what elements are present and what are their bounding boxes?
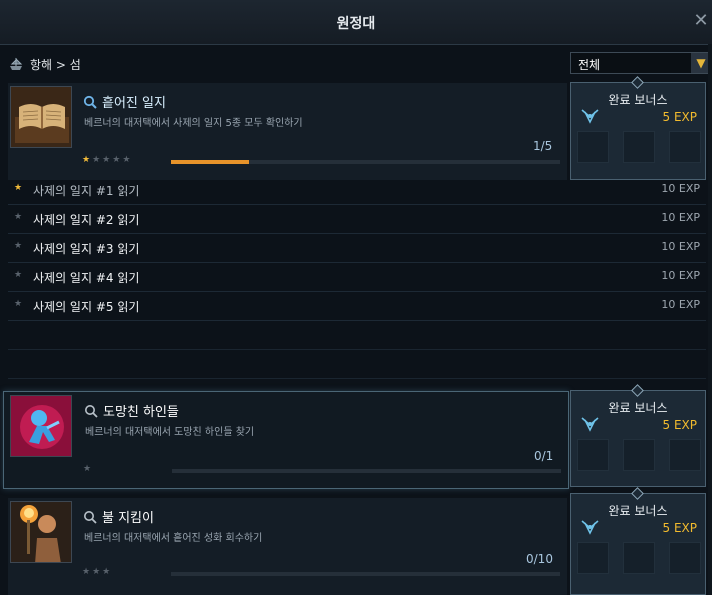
reward-slot[interactable]	[623, 542, 655, 574]
objective-exp: 10 EXP	[661, 298, 700, 311]
star-icon: ★	[122, 155, 131, 165]
window-title: 원정대	[336, 16, 376, 32]
reward-slot[interactable]	[669, 131, 701, 163]
reward-slot[interactable]	[577, 439, 609, 471]
progress-fill	[171, 160, 249, 164]
bonus-exp: 5 EXP	[662, 521, 698, 535]
bonus-label: 완료 보너스	[608, 401, 668, 415]
quest-name-text: 흩어진 일지	[102, 96, 166, 111]
breadcrumb: 항해 > 섬	[8, 54, 81, 74]
reward-slots	[577, 131, 701, 163]
magnifier-icon	[83, 95, 97, 109]
magnifier-icon	[85, 404, 98, 418]
bonus-label: 완료 보너스	[608, 93, 668, 107]
empty-row	[8, 320, 706, 350]
quest-stars: ★ ★ ★	[82, 567, 110, 577]
quest-progress-bar	[171, 160, 560, 164]
star-icon: ★	[83, 464, 92, 474]
completion-bonus-panel[interactable]: 완료 보너스 5 EXP	[570, 76, 706, 180]
title-bar: 원정대 ✕	[0, 0, 712, 45]
quest-stars: ★	[83, 464, 91, 474]
reward-slot[interactable]	[623, 439, 655, 471]
objective-exp: 10 EXP	[661, 269, 700, 282]
emblem-icon	[581, 109, 599, 124]
objective-exp: 10 EXP	[661, 240, 700, 253]
reward-slot[interactable]	[669, 542, 701, 574]
reward-slots	[577, 542, 701, 574]
star-icon: ★	[14, 270, 23, 280]
bonus-exp: 5 EXP	[662, 110, 698, 124]
objective-exp: 10 EXP	[661, 182, 700, 195]
objective-row[interactable]: ★ 사제의 일지 #3 읽기 10 EXP	[8, 233, 706, 263]
objective-label: 사제의 일지 #4 읽기	[33, 271, 140, 285]
star-icon: ★	[14, 212, 23, 222]
quest-progress-bar	[171, 572, 560, 576]
quest-image-torch	[10, 501, 72, 563]
scrollbar[interactable]	[708, 44, 712, 595]
bonus-exp: 5 EXP	[662, 418, 698, 432]
star-icon: ★	[112, 155, 121, 165]
reward-slot[interactable]	[577, 131, 609, 163]
objective-label: 사제의 일지 #2 읽기	[33, 213, 140, 227]
objective-label: 사제의 일지 #1 읽기	[33, 184, 140, 198]
emblem-icon	[581, 417, 599, 432]
completion-bonus-panel[interactable]: 완료 보너스 5 EXP	[570, 384, 706, 487]
quest-name-text: 불 지킴이	[102, 511, 154, 526]
star-icon: ★	[92, 567, 101, 577]
diamond-ornament	[631, 76, 644, 89]
objective-exp: 10 EXP	[661, 211, 700, 224]
completion-bonus-panel[interactable]: 완료 보너스 5 EXP	[570, 487, 706, 595]
quest-progress-count: 0/10	[526, 552, 553, 566]
quest-image-book	[10, 86, 72, 148]
quest-progress-bar	[172, 469, 561, 473]
reward-slots	[577, 439, 701, 471]
star-icon: ★	[82, 567, 91, 577]
star-icon: ★	[102, 155, 111, 165]
close-icon[interactable]: ✕	[692, 12, 710, 30]
magnifier-icon	[84, 510, 97, 524]
star-icon: ★	[92, 155, 101, 165]
ship-icon	[10, 57, 23, 70]
quest-description: 베르너의 대저택에서 도망친 하인들 찾기	[85, 427, 255, 438]
quest-card[interactable]: 도망친 하인들 베르너의 대저택에서 도망친 하인들 찾기 ★ 0/1	[3, 391, 569, 489]
objective-row[interactable]: ★ 사제의 일지 #5 읽기 10 EXP	[8, 291, 706, 321]
filter-dropdown[interactable]: 전체 ▼	[570, 52, 712, 74]
quest-description: 베르너의 대저택에서 흩어진 성화 회수하기	[84, 533, 263, 544]
quest-name: 도망친 하인들	[84, 401, 179, 420]
star-icon: ★	[14, 299, 23, 309]
empty-row	[8, 349, 706, 379]
quest-progress-count: 0/1	[534, 449, 554, 463]
reward-slot[interactable]	[577, 542, 609, 574]
star-icon: ★	[82, 155, 91, 165]
star-icon: ★	[14, 241, 23, 251]
quest-progress-count: 1/5	[533, 139, 553, 153]
objective-label: 사제의 일지 #3 읽기	[33, 242, 140, 256]
diamond-ornament	[631, 384, 644, 397]
bonus-label: 완료 보너스	[608, 504, 668, 518]
star-icon: ★	[14, 183, 23, 193]
reward-slot[interactable]	[669, 439, 701, 471]
objective-row[interactable]: ★ 사제의 일지 #4 읽기 10 EXP	[8, 262, 706, 292]
objective-row[interactable]: ★ 사제의 일지 #2 읽기 10 EXP	[8, 204, 706, 234]
quest-card[interactable]: 흩어진 일지 베르너의 대저택에서 사제의 일지 5종 모두 확인하기 ★ ★ …	[8, 83, 567, 180]
star-icon: ★	[102, 567, 111, 577]
reward-slot[interactable]	[623, 131, 655, 163]
quest-name: 흩어진 일지	[83, 92, 166, 111]
quest-image-servant	[10, 395, 72, 457]
breadcrumb-text[interactable]: 항해 > 섬	[30, 56, 81, 73]
quest-description: 베르너의 대저택에서 사제의 일지 5종 모두 확인하기	[84, 118, 303, 129]
objective-label: 사제의 일지 #5 읽기	[33, 300, 140, 314]
quest-name: 불 지킴이	[83, 507, 154, 526]
filter-value: 전체	[578, 58, 601, 72]
diamond-ornament	[631, 487, 644, 500]
objective-row[interactable]: ★ 사제의 일지 #1 읽기 10 EXP	[8, 175, 706, 205]
quest-name-text: 도망친 하인들	[103, 405, 179, 420]
emblem-icon	[581, 520, 599, 535]
quest-stars: ★ ★ ★ ★ ★	[82, 155, 130, 165]
quest-card[interactable]: 불 지킴이 베르너의 대저택에서 흩어진 성화 회수하기 ★ ★ ★ 0/10	[8, 498, 567, 595]
